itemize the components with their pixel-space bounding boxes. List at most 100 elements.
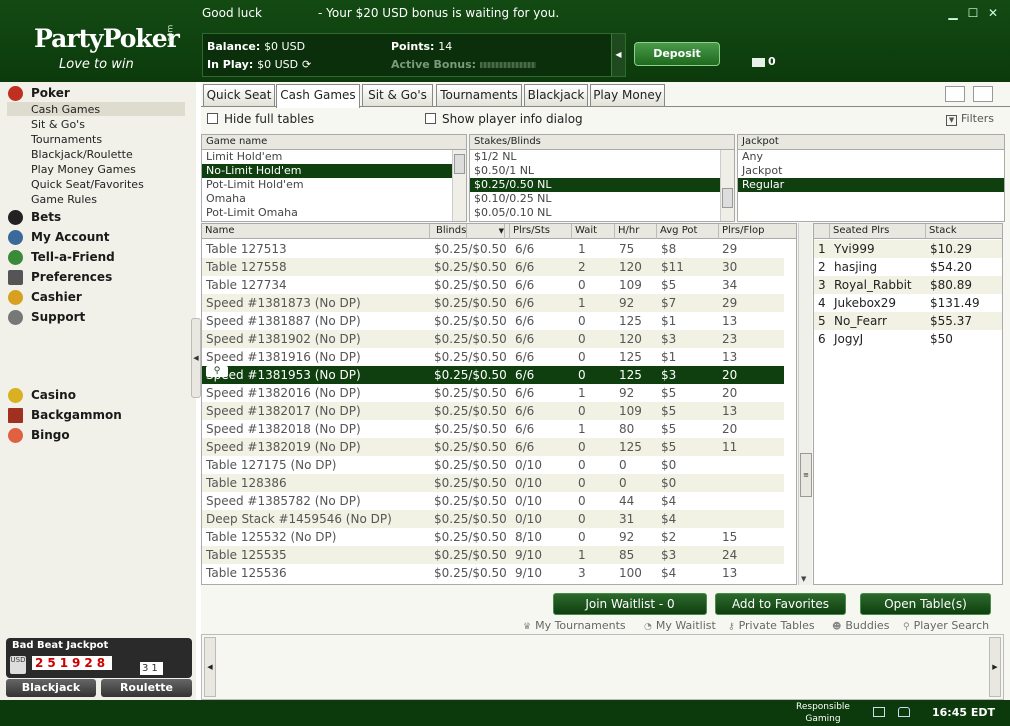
sidebar-item-cashier[interactable]: Cashier [8, 290, 82, 305]
tab-sit-and-gos[interactable]: Sit & Go's [362, 84, 433, 106]
tables-scrollbar[interactable]: ≡ ▼ [798, 223, 812, 585]
filters-toggle[interactable]: ▼ Filters [946, 112, 994, 126]
open-tables-button[interactable]: Open Table(s) [860, 593, 991, 615]
col-seated-players[interactable]: Seated Plrs [830, 224, 926, 239]
table-row[interactable]: ⚲ Speed #1381953 (No DP) $0.25/$0.50 6/6 0 12… [202, 366, 784, 384]
game-name-item[interactable]: Pot-Limit Hold'em [202, 178, 466, 192]
tab-cash-games[interactable]: Cash Games [276, 84, 360, 108]
sidebar-item-bets[interactable]: Bets [8, 210, 61, 225]
sidebar-item-blackjack-roulette[interactable]: Blackjack/Roulette [31, 148, 133, 161]
refresh-icon[interactable]: ⟳ [302, 58, 311, 71]
maximize-icon[interactable]: ☐ [966, 6, 980, 20]
jackpot-item[interactable]: Jackpot [738, 164, 1004, 178]
stakes-item[interactable]: $0.10/0.25 NL [470, 192, 734, 206]
magnifier-icon[interactable]: ⚲ [206, 366, 228, 377]
jackpot-item[interactable]: Regular [738, 178, 1004, 192]
bad-beat-jackpot[interactable]: Bad Beat Jackpot USD 251928 31 [6, 638, 192, 678]
sidebar-collapse-handle[interactable]: ◀ [191, 318, 201, 398]
scroll-left-icon[interactable]: ◀ [204, 637, 216, 697]
sidebar-item-sit-and-gos[interactable]: Sit & Go's [31, 118, 85, 131]
game-list-scrollbar[interactable] [452, 150, 466, 221]
tab-play-money[interactable]: Play Money [590, 84, 665, 106]
sidebar-item-cash-games[interactable]: Cash Games [31, 103, 100, 116]
player-search-link[interactable]: ⚲ Player Search [903, 619, 989, 632]
mail-indicator[interactable]: 0 [752, 55, 776, 68]
stakes-item[interactable]: $1/2 NL [470, 150, 734, 164]
col-players[interactable]: Plrs/Sts [510, 224, 572, 239]
col-hands-hr[interactable]: H/hr [615, 224, 657, 239]
scroll-right-icon[interactable]: ▶ [989, 637, 1001, 697]
sidebar-item-bingo[interactable]: Bingo [8, 428, 70, 443]
sidebar-item-quick-seat[interactable]: Quick Seat/Favorites [31, 178, 144, 191]
seated-player-row[interactable]: 4 Jukebox29 $131.49 [814, 294, 1002, 312]
col-name[interactable]: Name [202, 224, 430, 239]
stakes-list[interactable]: Stakes/Blinds $1/2 NL $0.50/1 NL $0.25/0.5… [469, 134, 735, 222]
table-row[interactable]: Speed #1382016 (No DP) $0.25/$0.50 6/6 1 92 $… [202, 384, 784, 402]
add-to-favorites-button[interactable]: Add to Favorites [715, 593, 846, 615]
buddies-link[interactable]: ☻ Buddies [832, 619, 889, 632]
private-tables-link[interactable]: ⚷ Private Tables [728, 619, 815, 632]
table-row[interactable]: Table 127734 $0.25/$0.50 6/6 0 109 $5 34 [202, 276, 784, 294]
monitor-icon[interactable] [873, 707, 885, 717]
my-waitlist-link[interactable]: ◔ My Waitlist [644, 619, 716, 632]
seated-player-row[interactable]: 2 hasjing $54.20 [814, 258, 1002, 276]
blackjack-button[interactable]: Blackjack [6, 679, 96, 697]
scroll-down-icon[interactable]: ▼ [801, 575, 806, 583]
game-name-item[interactable]: No-Limit Hold'em [202, 164, 466, 178]
col-stack[interactable]: Stack [926, 224, 1002, 239]
table-row[interactable]: Speed #1382019 (No DP) $0.25/$0.50 6/6 0 125… [202, 438, 784, 456]
sidebar-item-poker[interactable]: Poker [8, 86, 70, 101]
sidebar-item-support[interactable]: Support [8, 310, 85, 325]
stakes-list-scrollbar[interactable] [720, 150, 734, 221]
deposit-button[interactable]: Deposit [634, 42, 720, 66]
sidebar-item-tell-a-friend[interactable]: Tell-a-Friend [8, 250, 115, 265]
scroll-thumb[interactable] [722, 188, 733, 208]
seated-player-row[interactable]: 1 Yvi999 $10.29 [814, 240, 1002, 258]
roulette-button[interactable]: Roulette [101, 679, 192, 697]
table-row[interactable]: Deep Stack #1459546 (No DP) $0.25/$0.50 0/… [202, 510, 784, 528]
table-row[interactable]: Table 125536 $0.25/$0.50 9/10 3 100 $4 13 [202, 564, 784, 582]
col-blinds[interactable]: Blinds ▼ [430, 224, 510, 239]
stakes-item[interactable]: $0.25/0.50 NL [470, 178, 734, 192]
seated-player-row[interactable]: 5 No_Fearr $55.37 [814, 312, 1002, 330]
table-row[interactable]: Speed #1381916 (No DP) $0.25/$0.50 6/6 0 125… [202, 348, 784, 366]
tab-quick-seat[interactable]: Quick Seat [203, 84, 275, 106]
close-icon[interactable]: ✕ [986, 6, 1000, 20]
col-wait[interactable]: Wait [572, 224, 615, 239]
table-row[interactable]: Table 127175 (No DP) $0.25/$0.50 0/10 0 0 $0 [202, 456, 784, 474]
sidebar-item-casino[interactable]: Casino [8, 388, 76, 403]
sidebar-item-my-account[interactable]: My Account [8, 230, 110, 245]
jackpot-item[interactable]: Any [738, 150, 1004, 164]
table-row[interactable]: Speed #1381902 (No DP) $0.25/$0.50 6/6 0 120… [202, 330, 784, 348]
join-waitlist-button[interactable]: Join Waitlist - 0 [553, 593, 707, 615]
sidebar-item-preferences[interactable]: Preferences [8, 270, 112, 285]
bonus-message[interactable]: - Your $20 USD bonus is waiting for you. [318, 6, 559, 20]
stakes-item[interactable]: $0.05/0.10 NL [470, 206, 734, 220]
sidebar-item-backgammon[interactable]: Backgammon [8, 408, 122, 423]
minimize-icon[interactable]: ▁ [946, 6, 960, 20]
game-name-item[interactable]: Pot-Limit Omaha [202, 206, 466, 220]
tab-blackjack[interactable]: Blackjack [524, 84, 588, 106]
stakes-item[interactable]: $0.50/1 NL [470, 164, 734, 178]
list-view-icon[interactable] [945, 86, 965, 102]
col-avg-pot[interactable]: Avg Pot [657, 224, 719, 239]
table-row[interactable]: Speed #1385782 (No DP) $0.25/$0.50 0/10 0 44… [202, 492, 784, 510]
tab-tournaments[interactable]: Tournaments [436, 84, 522, 106]
sidebar-item-tournaments[interactable]: Tournaments [31, 133, 102, 146]
detail-view-icon[interactable] [973, 86, 993, 102]
table-row[interactable]: Table 125532 (No DP) $0.25/$0.50 8/10 0 92 $2… [202, 528, 784, 546]
table-row[interactable]: Speed #1382017 (No DP) $0.25/$0.50 6/6 0 109… [202, 402, 784, 420]
table-row[interactable]: Speed #1381887 (No DP) $0.25/$0.50 6/6 0 125… [202, 312, 784, 330]
scroll-thumb[interactable] [454, 154, 465, 174]
table-row[interactable]: Table 128386 $0.25/$0.50 0/10 0 0 $0 [202, 474, 784, 492]
hide-full-tables-checkbox[interactable]: Hide full tables [207, 112, 314, 126]
responsible-gaming-link[interactable]: Responsible Gaming [796, 701, 850, 725]
game-name-item[interactable]: Omaha [202, 192, 466, 206]
col-plrs-flop[interactable]: Plrs/Flop [719, 224, 796, 239]
table-row[interactable]: Speed #1382018 (No DP) $0.25/$0.50 6/6 1 80 $… [202, 420, 784, 438]
seated-player-row[interactable]: 3 Royal_Rabbit $80.89 [814, 276, 1002, 294]
sidebar-item-game-rules[interactable]: Game Rules [31, 193, 97, 206]
table-row[interactable]: Table 125535 $0.25/$0.50 9/10 1 85 $3 24 [202, 546, 784, 564]
table-row[interactable]: Speed #1381873 (No DP) $0.25/$0.50 6/6 1 92 $… [202, 294, 784, 312]
table-row[interactable]: Table 127513 $0.25/$0.50 6/6 1 75 $8 29 [202, 240, 784, 258]
